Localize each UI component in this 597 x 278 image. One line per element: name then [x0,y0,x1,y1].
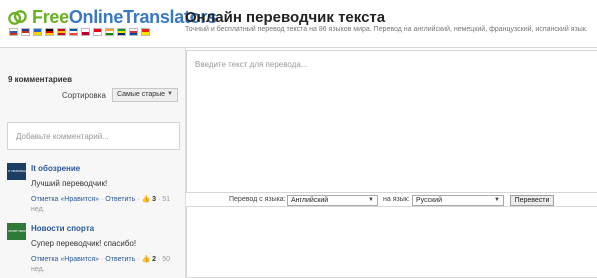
sort-select-value: Самые старые [117,91,166,98]
avatar[interactable]: SPORT NEWS [7,223,28,240]
sort-select[interactable]: Самые старые ▼ [112,88,178,102]
translate-controls: Перевод с языка: Английский ▼ на язык: Р… [186,193,597,206]
flag-japanese-icon[interactable] [81,28,90,36]
logo-text-part-1: Free [32,7,69,27]
chevron-down-icon: ▼ [368,197,374,203]
to-language-value: Русский [416,197,442,204]
avatar[interactable]: IT ОБЗОРЕНИЕ [7,163,29,180]
avatar-logo-text: SPORT NEWS [8,229,28,233]
sort-label: Сортировка [62,91,106,100]
comment-input-placeholder: Добавьте комментарий... [16,132,109,141]
comment-input[interactable]: Добавьте комментарий... [7,122,180,150]
from-language-label: Перевод с языка: [229,196,286,203]
comments-panel: 9 комментариев Сортировка Самые старые ▼… [0,48,186,278]
flag-indian-icon[interactable] [105,28,114,36]
flag-brazilian-icon[interactable] [117,28,126,36]
site-logo[interactable]: FreeOnlineTranslators [7,6,217,28]
comment-text: Супер переводчик! спасибо! [31,239,137,248]
thumbs-up-icon: 👍 [141,256,151,263]
comment-actions: Отметка «Нравится» · Ответить · 👍 3 · 51… [31,195,177,215]
like-count: 3 [152,196,157,203]
thumbs-up-icon: 👍 [141,196,151,203]
like-count: 2 [152,256,157,263]
translation-output-area[interactable] [186,206,597,278]
page-subtitle: Точный и бесплатный перевод текста на 86… [185,26,588,33]
chevron-down-icon: ▼ [167,91,173,97]
translate-button[interactable]: Перевести [510,195,554,206]
comment-actions: Отметка «Нравится» · Ответить · 👍 2 · 50… [31,255,177,275]
comment-author-link[interactable]: Новости спорта [31,224,94,233]
source-text-placeholder: Введите текст для перевода... [195,60,308,69]
interlocking-rings-icon [8,10,27,25]
flag-spanish-icon[interactable] [57,28,66,36]
to-language-label: на язык: [383,196,410,203]
flag-english-icon[interactable] [21,28,30,36]
comment-count: 9 комментариев [8,75,73,84]
page-title: Онлайн переводчик текста [185,9,386,26]
comment-author-link[interactable]: It обозрение [31,164,80,173]
flag-chinese-icon[interactable] [141,28,150,36]
avatar-logo-text: IT ОБЗОРЕНИЕ [8,169,29,173]
to-language-select[interactable]: Русский ▼ [412,195,504,206]
reply-link[interactable]: Ответить [105,256,135,263]
reply-link[interactable]: Ответить [105,196,135,203]
flag-german-icon[interactable] [45,28,54,36]
like-link[interactable]: Отметка «Нравится» [31,196,99,203]
flag-turkish-icon[interactable] [93,28,102,36]
from-language-value: Английский [291,197,329,204]
from-language-select[interactable]: Английский ▼ [287,195,378,206]
flag-russian-icon[interactable] [9,28,18,36]
like-link[interactable]: Отметка «Нравится» [31,256,99,263]
language-flags [9,28,150,37]
source-text-area[interactable]: Введите текст для перевода... [186,50,597,193]
flag-ukrainian-icon[interactable] [33,28,42,36]
chevron-down-icon: ▼ [494,197,500,203]
comment-text: Лучший переводчик! [31,179,108,188]
flag-french-icon[interactable] [69,28,78,36]
flag-korean-icon[interactable] [129,28,138,36]
